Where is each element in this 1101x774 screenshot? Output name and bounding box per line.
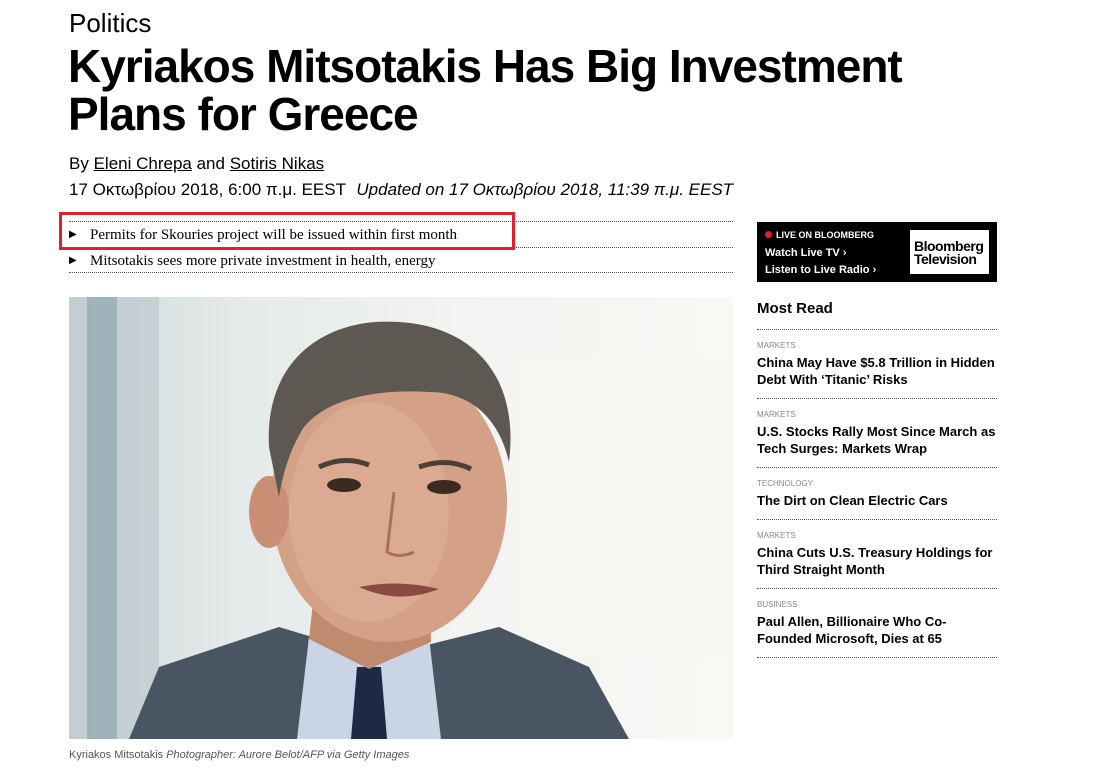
published-date: 17 Οκτωβρίου 2018, 6:00 π.μ. EEST xyxy=(69,180,346,199)
most-read-title[interactable]: The Dirt on Clean Electric Cars xyxy=(757,492,997,509)
triangle-bullet-icon: ▶ xyxy=(69,255,77,266)
watch-live-tv-link[interactable]: Watch Live TV › xyxy=(765,247,847,259)
most-read-item[interactable]: MARKETS U.S. Stocks Rally Most Since Mar… xyxy=(757,399,997,468)
article-photo xyxy=(69,297,733,739)
chevron-right-icon: › xyxy=(842,247,847,259)
most-read-category: MARKETS xyxy=(757,341,796,350)
most-read-title[interactable]: China Cuts U.S. Treasury Holdings for Th… xyxy=(757,544,997,578)
most-read-section: Most Read MARKETS China May Have $5.8 Tr… xyxy=(757,300,997,658)
most-read-item[interactable]: BUSINESS Paul Allen, Billionaire Who Co-… xyxy=(757,589,997,658)
author-link-2[interactable]: Sotiris Nikas xyxy=(230,154,324,173)
live-dot-icon xyxy=(765,231,772,238)
caption-credit: Photographer: Aurore Belot/AFP via Getty… xyxy=(166,749,410,761)
author-link-1[interactable]: Eleni Chrepa xyxy=(94,154,192,173)
byline-prefix: By xyxy=(69,154,89,173)
byline: By Eleni Chrepa and Sotiris Nikas xyxy=(69,154,324,174)
photo-caption: Kyriakos Mitsotakis Photographer: Aurore… xyxy=(69,749,409,761)
byline-and: and xyxy=(196,154,225,173)
headline-line-1: Kyriakos Mitsotakis Has Big Investment xyxy=(68,40,903,92)
abstract-bullet: ▶ Permits for Skouries project will be i… xyxy=(69,221,733,247)
portrait-illustration xyxy=(69,297,733,739)
dateline: 17 Οκτωβρίου 2018, 6:00 π.μ. EEST Update… xyxy=(69,180,733,200)
most-read-title[interactable]: U.S. Stocks Rally Most Since March as Te… xyxy=(757,423,997,457)
most-read-category: BUSINESS xyxy=(757,600,798,609)
live-label: LIVE ON BLOOMBERG xyxy=(765,230,874,240)
live-on-bloomberg-box: LIVE ON BLOOMBERG Watch Live TV › Listen… xyxy=(757,222,997,282)
bloomberg-television-logo[interactable]: Bloomberg Television xyxy=(910,230,989,274)
most-read-title[interactable]: China May Have $5.8 Trillion in Hidden D… xyxy=(757,354,997,388)
chevron-right-icon: › xyxy=(872,264,877,276)
most-read-category: TECHNOLOGY xyxy=(757,479,814,488)
listen-live-radio-link[interactable]: Listen to Live Radio › xyxy=(765,264,876,276)
article-headline: Kyriakos Mitsotakis Has Big Investment P… xyxy=(68,42,968,138)
headline-line-2: Plans for Greece xyxy=(68,88,419,140)
most-read-heading: Most Read xyxy=(757,300,997,330)
most-read-item[interactable]: MARKETS China Cuts U.S. Treasury Holding… xyxy=(757,520,997,589)
most-read-item[interactable]: MARKETS China May Have $5.8 Trillion in … xyxy=(757,330,997,399)
most-read-category: MARKETS xyxy=(757,410,796,419)
most-read-title[interactable]: Paul Allen, Billionaire Who Co-Founded M… xyxy=(757,613,997,647)
most-read-category: MARKETS xyxy=(757,531,796,540)
most-read-item[interactable]: TECHNOLOGY The Dirt on Clean Electric Ca… xyxy=(757,468,997,520)
updated-date: Updated on 17 Οκτωβρίου 2018, 11:39 π.μ.… xyxy=(356,180,734,199)
abstract-bullets: ▶ Permits for Skouries project will be i… xyxy=(69,221,733,273)
article-category[interactable]: Politics xyxy=(69,8,151,39)
abstract-bullet: ▶ Mitsotakis sees more private investmen… xyxy=(69,247,733,273)
abstract-bullet-text: Mitsotakis sees more private investment … xyxy=(90,253,436,269)
abstract-bullet-text: Permits for Skouries project will be iss… xyxy=(90,227,458,243)
triangle-bullet-icon: ▶ xyxy=(69,229,77,240)
caption-subject: Kyriakos Mitsotakis xyxy=(69,749,164,761)
